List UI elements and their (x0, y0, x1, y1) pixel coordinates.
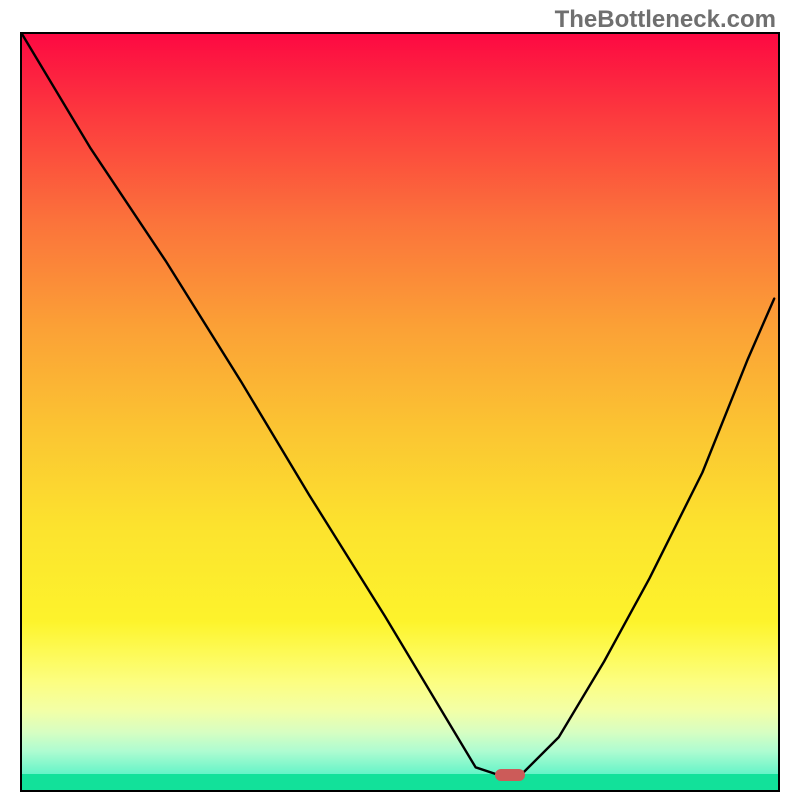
bottleneck-curve (22, 34, 778, 790)
optimum-marker (495, 769, 525, 781)
chart-frame (20, 32, 780, 792)
watermark: TheBottleneck.com (555, 6, 776, 34)
